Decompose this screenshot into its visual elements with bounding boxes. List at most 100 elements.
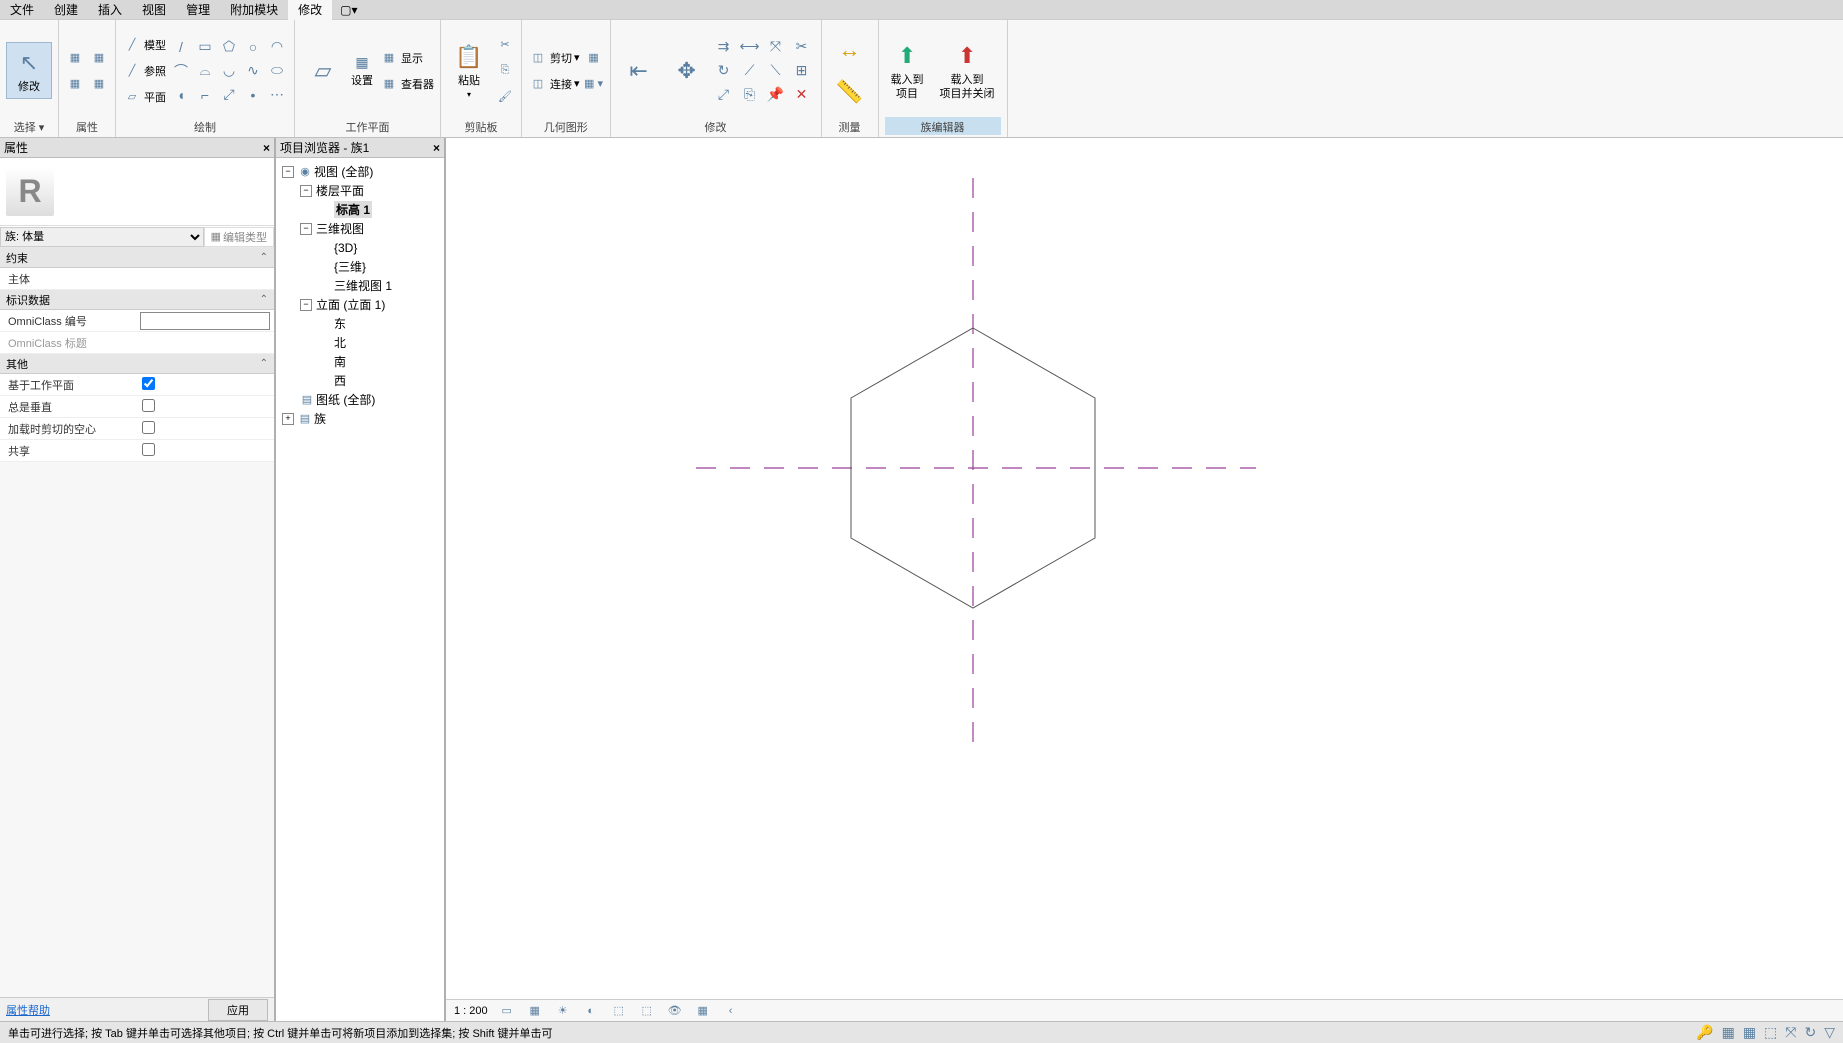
align-button[interactable]: ⇤ xyxy=(617,51,661,91)
tree-3d-zh[interactable]: {三维} xyxy=(334,258,366,275)
trim-icon[interactable]: ⟋ xyxy=(739,60,761,82)
workplane-checkbox[interactable] xyxy=(142,377,155,390)
close-icon[interactable]: × xyxy=(433,141,440,155)
sb-icon-6[interactable]: ↻ xyxy=(1804,1024,1816,1041)
sb-filter-icon[interactable]: ▽ xyxy=(1824,1024,1835,1041)
section-identity[interactable]: 标识数据⌃ xyxy=(0,290,274,310)
geom-btn-2[interactable]: ▦ ▾ xyxy=(584,72,604,96)
browser-header[interactable]: 项目浏览器 - 族1 × xyxy=(276,138,444,158)
vc-shadow[interactable]: ◐ xyxy=(582,1003,600,1019)
tree-south[interactable]: 南 xyxy=(334,353,346,370)
ellipse-icon[interactable]: ⬭ xyxy=(266,60,288,82)
vertical-checkbox[interactable] xyxy=(142,399,155,412)
circle-icon[interactable]: ○ xyxy=(242,36,264,58)
vc-sun[interactable]: ☀ xyxy=(554,1003,572,1019)
draw-ref[interactable]: ╱参照 xyxy=(122,59,166,83)
vc-crop2[interactable]: ⬚ xyxy=(638,1003,656,1019)
viewer-workplane[interactable]: ▦查看器 xyxy=(379,72,434,96)
menu-file[interactable]: 文件 xyxy=(0,0,44,20)
menu-addins[interactable]: 附加模块 xyxy=(220,0,288,20)
tree-toggle[interactable]: − xyxy=(282,166,294,178)
vc-style[interactable]: ▦ xyxy=(526,1003,544,1019)
mirror-icon[interactable]: ⟷ xyxy=(739,36,761,58)
line-icon[interactable]: / xyxy=(170,36,192,58)
tree-views[interactable]: 视图 (全部) xyxy=(314,163,373,180)
tree-toggle[interactable]: − xyxy=(300,299,312,311)
tree-3d[interactable]: 三维视图 xyxy=(316,220,364,237)
apply-button[interactable]: 应用 xyxy=(208,999,268,1021)
props-btn-4[interactable]: ▦ xyxy=(89,72,109,96)
measure-button[interactable]: 📏 xyxy=(828,72,872,112)
sb-icon-2[interactable]: ▦ xyxy=(1722,1024,1735,1041)
tree-families[interactable]: 族 xyxy=(314,410,326,427)
tree-toggle[interactable]: − xyxy=(300,223,312,235)
menu-manage[interactable]: 管理 xyxy=(176,0,220,20)
copy-clipboard[interactable]: ⎘ xyxy=(495,59,515,83)
move-button[interactable]: ✥ xyxy=(665,51,709,91)
menu-more-icon[interactable]: ▢▾ xyxy=(332,1,365,19)
load-project-button[interactable]: ⬆载入到 项目 xyxy=(885,36,930,104)
show-workplane[interactable]: ▦显示 xyxy=(379,46,434,70)
cutvoid-checkbox[interactable] xyxy=(142,421,155,434)
draw-model[interactable]: ╱模型 xyxy=(122,33,166,57)
vc-reveal[interactable]: ▦ xyxy=(694,1003,712,1019)
tree-elev[interactable]: 立面 (立面 1) xyxy=(316,296,385,313)
props-help-link[interactable]: 属性帮助 xyxy=(6,1002,50,1018)
sb-icon-5[interactable]: ⤧ xyxy=(1785,1024,1796,1041)
menu-view[interactable]: 视图 xyxy=(132,0,176,20)
props-btn-3[interactable]: ▦ xyxy=(89,46,109,70)
drawing-canvas[interactable] xyxy=(446,138,1843,999)
offset-icon[interactable]: ⇉ xyxy=(713,36,735,58)
more-icon[interactable]: ⋯ xyxy=(266,84,288,106)
mirror2-icon[interactable]: ⤧ xyxy=(765,36,787,58)
edit-type-button[interactable]: ▦ 编辑类型 xyxy=(204,227,274,247)
vc-crop[interactable]: ⬚ xyxy=(610,1003,628,1019)
draw-plane[interactable]: ▱平面 xyxy=(122,85,166,109)
delete-icon[interactable]: ✕ xyxy=(791,84,813,106)
tree-east[interactable]: 东 xyxy=(334,315,346,332)
section-other[interactable]: 其他⌃ xyxy=(0,354,274,374)
arc-icon[interactable]: ◠ xyxy=(266,36,288,58)
modify-button[interactable]: ↖ 修改 xyxy=(6,42,52,99)
spline-icon[interactable]: ∿ xyxy=(242,60,264,82)
dimension-button[interactable]: ↔ xyxy=(828,30,872,70)
props-btn-1[interactable]: ▦ xyxy=(65,46,85,70)
tree-sheets[interactable]: 图纸 (全部) xyxy=(316,391,375,408)
pin-icon[interactable]: 📌 xyxy=(765,84,787,106)
cut-geom[interactable]: ◫剪切 ▾ xyxy=(528,46,580,70)
point-icon[interactable]: • xyxy=(242,84,264,106)
match-clipboard[interactable]: 🖌 xyxy=(495,85,515,109)
load-close-button[interactable]: ⬆载入到 项目并关闭 xyxy=(934,36,1001,104)
poly-icon[interactable]: ⬠ xyxy=(218,36,240,58)
menu-create[interactable]: 创建 xyxy=(44,0,88,20)
rect-icon[interactable]: ▭ xyxy=(194,36,216,58)
rotate-icon[interactable]: ↻ xyxy=(713,60,735,82)
tree-north[interactable]: 北 xyxy=(334,334,346,351)
tree-toggle[interactable]: + xyxy=(282,413,294,425)
extend-icon[interactable]: ⟍ xyxy=(765,60,787,82)
sb-icon-1[interactable]: 🔑 xyxy=(1696,1024,1713,1041)
tree-west[interactable]: 西 xyxy=(334,372,346,389)
arc4-icon[interactable]: ◡ xyxy=(218,60,240,82)
vc-hide[interactable]: 👁 xyxy=(666,1003,684,1019)
copy2-icon[interactable]: ⎘ xyxy=(739,84,761,106)
paste-button[interactable]: 📋粘贴▾ xyxy=(447,37,491,104)
join-geom[interactable]: ◫连接 ▾ xyxy=(528,72,580,96)
arc3-icon[interactable]: ⌓ xyxy=(194,60,216,82)
menu-insert[interactable]: 插入 xyxy=(88,0,132,20)
scale-icon[interactable]: ⤢ xyxy=(713,84,735,106)
props-btn-2[interactable]: ▦ xyxy=(65,72,85,96)
type-selector[interactable]: 族: 体量 xyxy=(0,227,204,247)
scale-display[interactable]: 1 : 200 xyxy=(454,1005,488,1017)
geom-btn-1[interactable]: ▦ xyxy=(584,46,604,70)
tree-toggle[interactable]: − xyxy=(300,185,312,197)
partial-ellipse-icon[interactable]: ◖ xyxy=(170,84,192,106)
fillet-icon[interactable]: ⌐ xyxy=(194,84,216,106)
tree-3d-brace[interactable]: {3D} xyxy=(334,241,357,255)
vc-left[interactable]: ‹ xyxy=(722,1003,740,1019)
vc-detail[interactable]: ▭ xyxy=(498,1003,516,1019)
tree-floor[interactable]: 楼层平面 xyxy=(316,182,364,199)
set-workplane[interactable]: ▦设置 xyxy=(349,51,375,90)
section-constraints[interactable]: 约束⌃ xyxy=(0,248,274,268)
pick-icon[interactable]: ⤢ xyxy=(218,84,240,106)
